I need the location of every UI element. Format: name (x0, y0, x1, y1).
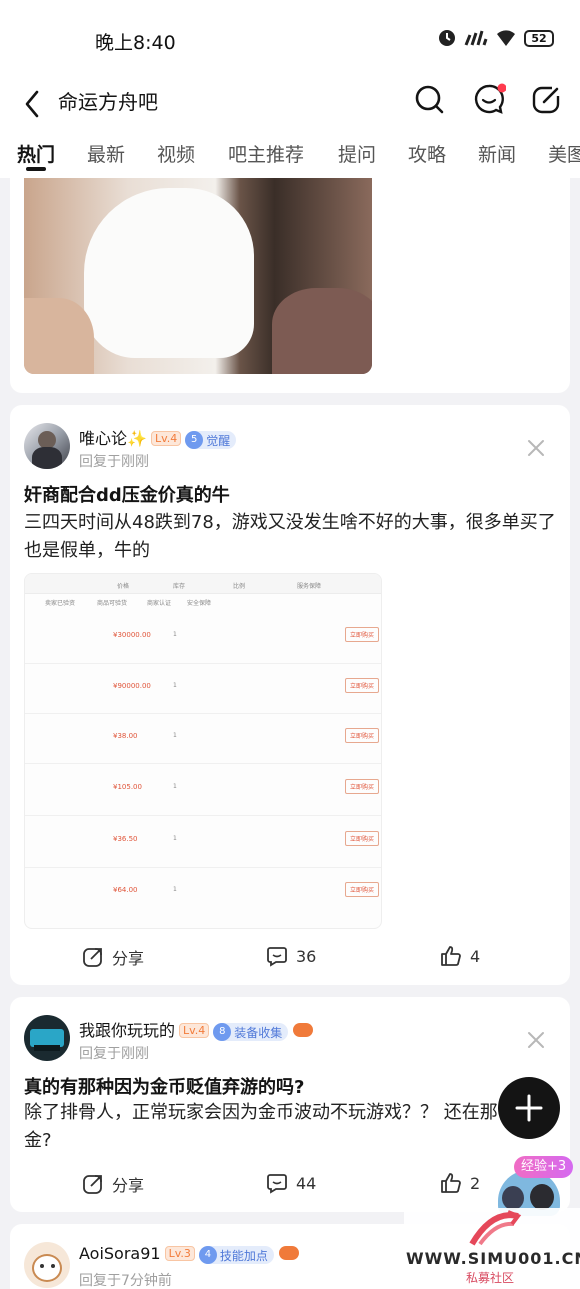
tab-hot[interactable]: 热门 (17, 140, 55, 167)
watermark: WWW.SIMU001.CN 私募社区 (404, 1208, 580, 1289)
tab-latest[interactable]: 最新 (87, 140, 125, 167)
watermark-site: WWW.SIMU001.CN (406, 1249, 580, 1268)
like-count: 2 (470, 1173, 481, 1193)
forum-title: 命运方舟吧 (58, 90, 158, 114)
nav-bar: 命运方舟吧 (0, 76, 580, 134)
username[interactable]: 唯心论✨ (79, 429, 147, 448)
post-image-listing[interactable]: 价格 库存 比例 服务保障 卖家已验资 商品可验货 商家认证 安全保障 ¥300… (24, 573, 382, 929)
tab-questions[interactable]: 提问 (338, 140, 376, 167)
search-icon[interactable] (412, 82, 446, 116)
avatar[interactable] (24, 1015, 70, 1061)
share-label: 分享 (112, 949, 145, 968)
reply-time: 回复于7分钟前 (79, 1273, 172, 1289)
exp-gain-badge: 经验+3 (514, 1156, 574, 1178)
listing-row[interactable]: ¥105.00 1 立即购买 (25, 764, 381, 816)
title-badge: 5 觉醒 (185, 431, 237, 449)
signal-icon (464, 30, 488, 46)
level-badge: Lv.4 (150, 431, 182, 446)
tab-news[interactable]: 新闻 (478, 140, 516, 167)
post-card-previous[interactable] (10, 178, 570, 393)
username[interactable]: AoiSora91 (79, 1244, 161, 1263)
share-icon (83, 948, 102, 967)
listing-row[interactable]: ¥64.00 1 立即购买 (25, 868, 381, 920)
like-button[interactable]: 4 (440, 945, 480, 967)
plus-icon (515, 1094, 543, 1122)
post-actions: 分享 44 2 (10, 1172, 570, 1202)
listing-row[interactable]: ¥36.50 1 立即购买 (25, 816, 381, 868)
like-count: 4 (470, 946, 481, 966)
post-photo[interactable] (24, 178, 372, 374)
post-body[interactable]: 三四天时间从48跌到78，游戏又没发生啥不好的大事，很多单买了也是假单，牛的 (24, 509, 564, 565)
level-badge: Lv.4 (179, 1023, 210, 1038)
listing-filters: 卖家已验资 商品可验货 商家认证 安全保障 (45, 600, 212, 607)
status-bar: 晚上8:40 52 (0, 0, 580, 76)
username[interactable]: 我跟你玩玩的 (79, 1021, 175, 1040)
like-button[interactable]: 2 (440, 1172, 480, 1194)
username-row: AoiSora91 Lv.3 4 技能加点 (79, 1244, 299, 1264)
thumbs-up-icon (441, 946, 461, 966)
edit-post-icon[interactable] (530, 82, 564, 116)
comment-button[interactable]: 36 (266, 945, 316, 967)
status-icons: 52 (438, 29, 554, 47)
username-row: 唯心论✨ Lv.4 5 觉醒 (79, 425, 237, 449)
tab-pictures[interactable]: 美图 (548, 140, 580, 167)
post-title[interactable]: 真的有那种因为金币贬值弃游的吗? (24, 1073, 304, 1099)
watermark-logo-icon (469, 1210, 522, 1246)
title-badge: 4 技能加点 (198, 1246, 274, 1264)
close-icon[interactable] (526, 1030, 546, 1050)
share-icon (83, 1175, 102, 1194)
username-row: 我跟你玩玩的 Lv.4 8 装备收集 (79, 1017, 314, 1041)
tab-active-indicator (26, 167, 46, 171)
game-controller-icon (293, 1023, 314, 1037)
listing-row[interactable]: ¥38.00 1 立即购买 (25, 714, 381, 764)
listing-header: 价格 库存 比例 服务保障 (25, 574, 381, 594)
post-card[interactable]: 唯心论✨ Lv.4 5 觉醒 回复于刚刚 奸商配合dd压金价真的牛 三四天时间从48跌… (10, 405, 570, 985)
comment-count: 44 (296, 1173, 317, 1193)
tab-moderator-pick[interactable]: 吧主推荐 (228, 140, 304, 167)
back-arrow-icon[interactable] (20, 84, 46, 124)
alarm-icon (439, 30, 455, 46)
battery-icon: 52 (524, 29, 554, 47)
comment-icon (267, 947, 287, 967)
share-label: 分享 (112, 1176, 145, 1195)
post-title[interactable]: 奸商配合dd压金价真的牛 (24, 481, 230, 507)
level-badge: Lv.3 (164, 1246, 195, 1261)
thumbs-up-icon (441, 1173, 461, 1193)
share-button[interactable]: 分享 (82, 1172, 144, 1196)
close-icon[interactable] (526, 438, 546, 458)
tab-guides[interactable]: 攻略 (408, 140, 446, 167)
comment-button[interactable]: 44 (266, 1172, 316, 1194)
watermark-label: 私募社区 (466, 1271, 515, 1285)
avatar[interactable] (24, 423, 70, 469)
avatar[interactable] (24, 1242, 70, 1288)
listing-row[interactable]: ¥30000.00 1 立即购买 (25, 614, 381, 664)
status-time: 晚上8:40 (95, 32, 176, 54)
post-actions: 分享 36 4 (10, 945, 570, 975)
reply-time: 回复于刚刚 (79, 1046, 149, 1062)
wifi-icon (497, 30, 515, 46)
game-controller-icon (278, 1246, 299, 1260)
listing-row[interactable]: ¥90000.00 1 立即购买 (25, 664, 381, 714)
post-body[interactable]: 除了排骨人，正常玩家会因为金币波动不玩游戏？？ 还在那，金金金? (24, 1099, 564, 1155)
message-icon[interactable] (472, 82, 506, 116)
category-tabs: 热门 最新 视频 吧主推荐 提问 攻略 新闻 美图 (0, 134, 580, 178)
tab-video[interactable]: 视频 (157, 140, 195, 167)
comment-count: 36 (296, 946, 317, 966)
share-button[interactable]: 分享 (82, 945, 144, 969)
new-post-button[interactable] (498, 1077, 560, 1139)
post-card[interactable]: 我跟你玩玩的 Lv.4 8 装备收集 回复于刚刚 真的有那种因为金币贬值弃游的吗? 除… (10, 997, 570, 1212)
reply-time: 回复于刚刚 (79, 454, 149, 470)
title-badge: 8 装备收集 (213, 1023, 289, 1041)
comment-icon (267, 1174, 287, 1194)
